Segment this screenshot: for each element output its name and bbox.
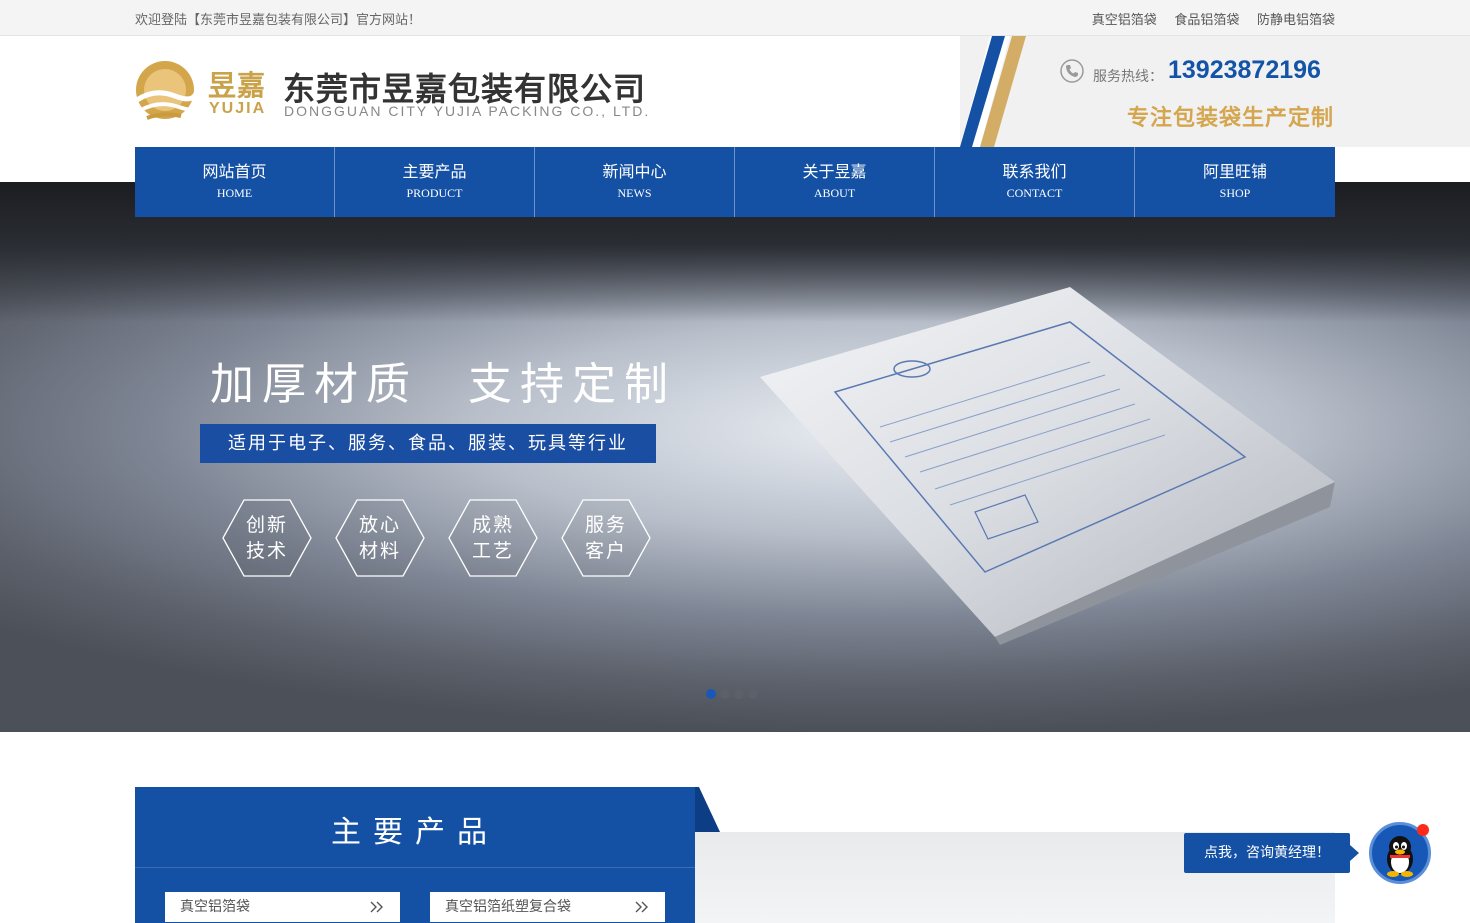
top-links: 真空铝箔袋 食品铝箔袋 防静电铝箔袋 <box>1078 9 1335 28</box>
feature-line2: 材料 <box>358 540 401 562</box>
feature-line2: 技术 <box>245 540 288 562</box>
nav-item-contact[interactable]: 联系我们 CONTACT <box>935 147 1135 217</box>
nav-label-en: ABOUT <box>813 186 856 200</box>
feature-line1: 创新 <box>245 514 288 536</box>
nav-label-cn: 关于昱嘉 <box>802 162 867 181</box>
category-vacuum-foil-bag[interactable]: 真空铝箔袋 <box>165 892 400 922</box>
nav-item-shop[interactable]: 阿里旺铺 SHOP <box>1135 147 1335 217</box>
feature-line2: 客户 <box>584 540 627 562</box>
category-label: 真空铝箔纸塑复合袋 <box>445 899 571 915</box>
slide-dot-3[interactable] <box>734 689 744 699</box>
welcome-text: 欢迎登陆【东莞市昱嘉包装有限公司】官方网站！ <box>135 12 422 27</box>
logo-brand-cn: 昱嘉 <box>208 69 267 102</box>
feature-line1: 服务 <box>584 514 627 536</box>
consult-arrow <box>1350 845 1359 861</box>
phone-icon <box>1060 59 1084 83</box>
double-chevron-right-icon <box>635 901 648 913</box>
category-vacuum-foil-paper-plastic-bag[interactable]: 真空铝箔纸塑复合袋 <box>430 892 665 922</box>
nav-item-home[interactable]: 网站首页 HOME <box>135 147 335 217</box>
banner-headline: 加厚材质 支持定制 <box>210 348 676 412</box>
nav-label-cn: 主要产品 <box>402 162 467 181</box>
nav-label-cn: 新闻中心 <box>602 162 667 181</box>
nav-label-en: PRODUCT <box>406 186 463 200</box>
products-header-corner <box>695 787 720 832</box>
banner-subline: 适用于电子、服务、食品、服装、玩具等行业 <box>200 424 656 463</box>
decorative-stripes <box>960 36 1026 147</box>
hotline-number[interactable]: 13923872196 <box>1168 56 1321 85</box>
nav-item-about[interactable]: 关于昱嘉 ABOUT <box>735 147 935 217</box>
feature-hex-material: 放心 材料 <box>335 498 425 578</box>
nav-item-product[interactable]: 主要产品 PRODUCT <box>335 147 535 217</box>
top-link-antistatic-foil-bag[interactable]: 防静电铝箔袋 <box>1257 12 1335 27</box>
site-logo[interactable]: 昱嘉 YUJIA 东莞市昱嘉包装有限公司 DONGGUAN CITY YUJIA… <box>135 60 655 126</box>
banner-headline-left: 加厚材质 <box>210 359 418 410</box>
category-label: 真空铝箔袋 <box>180 899 250 915</box>
nav-item-news[interactable]: 新闻中心 NEWS <box>535 147 735 217</box>
slide-dot-2[interactable] <box>720 689 730 699</box>
feature-line1: 放心 <box>358 514 401 536</box>
page: 欢迎登陆【东莞市昱嘉包装有限公司】官方网站！ 真空铝箔袋 食品铝箔袋 防静电铝箔… <box>0 0 1470 923</box>
nav-label-en: CONTACT <box>1006 186 1063 200</box>
feature-hex-innovation: 创新 技术 <box>222 498 312 578</box>
nav-label-cn: 联系我们 <box>1002 162 1067 181</box>
products-header: 主要产品 <box>135 787 695 867</box>
company-name-en: DONGGUAN CITY YUJIA PACKING CO., LTD. <box>284 103 651 119</box>
feature-hex-craft: 成熟 工艺 <box>448 498 538 578</box>
notification-dot <box>1417 824 1429 836</box>
slide-dot-4[interactable] <box>748 689 758 699</box>
nav-label-en: HOME <box>216 186 253 200</box>
top-link-vacuum-foil-bag[interactable]: 真空铝箔袋 <box>1092 12 1157 27</box>
nav-label-en: NEWS <box>617 186 652 200</box>
feature-line1: 成熟 <box>471 514 514 536</box>
slide-dot-1[interactable] <box>706 689 716 699</box>
header: 昱嘉 YUJIA 东莞市昱嘉包装有限公司 DONGGUAN CITY YUJIA… <box>0 36 1470 147</box>
slogan: 专注包装袋生产定制 <box>1126 106 1334 131</box>
feature-hex-service: 服务 客户 <box>561 498 651 578</box>
top-link-food-foil-bag[interactable]: 食品铝箔袋 <box>1174 12 1239 27</box>
double-chevron-right-icon <box>370 901 383 913</box>
hotline-label: 服务热线： <box>1093 68 1163 84</box>
top-bar: 欢迎登陆【东莞市昱嘉包装有限公司】官方网站！ 真空铝箔袋 食品铝箔袋 防静电铝箔… <box>0 0 1470 36</box>
slide-dots <box>706 689 762 699</box>
banner-headline-right: 支持定制 <box>468 359 676 410</box>
consult-button[interactable]: 点我，咨询黄经理！ <box>1184 833 1350 873</box>
hero-banner: 加厚材质 支持定制 适用于电子、服务、食品、服装、玩具等行业 创新 技术 放心 材料 … <box>0 182 1470 732</box>
main-nav: 网站首页 HOME 主要产品 PRODUCT 新闻中心 NEWS 关于昱嘉 ABOUT … <box>135 147 1335 217</box>
feature-line2: 工艺 <box>471 540 514 562</box>
product-categories-panel: 真空铝箔袋 真空铝箔纸塑复合袋 <box>135 867 695 923</box>
nav-label-cn: 阿里旺铺 <box>1202 162 1267 181</box>
nav-label-en: SHOP <box>1219 186 1251 200</box>
logo-sun-wave-icon <box>135 61 199 120</box>
products-title: 主要产品 <box>331 815 499 850</box>
nav-label-cn: 网站首页 <box>202 162 267 181</box>
foil-bag-image <box>760 287 1335 645</box>
logo-brand-en: YUJIA <box>209 100 267 117</box>
